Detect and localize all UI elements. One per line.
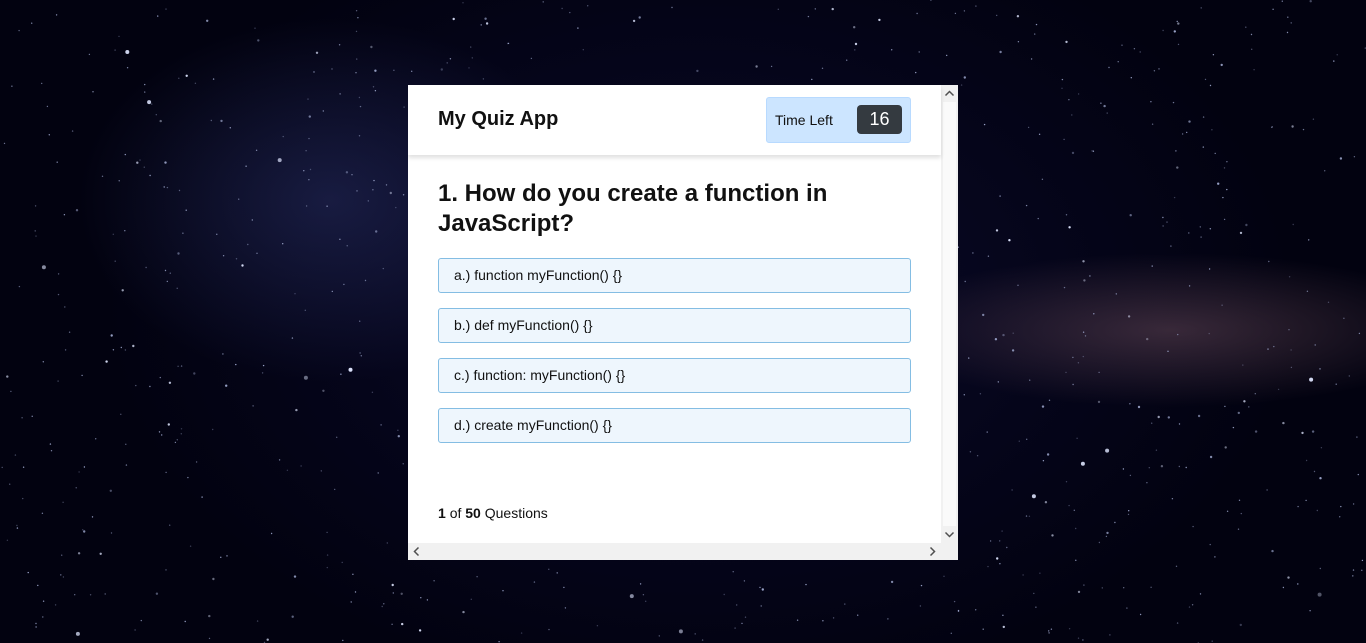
- counter-suffix: Questions: [484, 505, 548, 521]
- option-label: a.) function myFunction() {}: [454, 267, 623, 283]
- option-label: b.) def myFunction() {}: [454, 317, 593, 333]
- vertical-scroll-thumb[interactable]: [943, 102, 956, 526]
- scrollbar-corner: [941, 543, 958, 560]
- question-text: 1. How do you create a function in JavaS…: [438, 180, 828, 237]
- question-counter: 1 of 50 Questions: [438, 505, 548, 521]
- timer-label: Time Left: [775, 112, 833, 128]
- vertical-scrollbar[interactable]: [941, 85, 958, 543]
- option-a[interactable]: a.) function myFunction() {}: [438, 258, 911, 293]
- option-b[interactable]: b.) def myFunction() {}: [438, 308, 911, 343]
- option-label: c.) function: myFunction() {}: [454, 367, 626, 383]
- horizontal-scrollbar[interactable]: [408, 543, 941, 560]
- chevron-left-icon[interactable]: [408, 543, 425, 560]
- app-title: My Quiz App: [438, 108, 559, 130]
- chevron-up-icon[interactable]: [941, 85, 958, 102]
- chevron-right-icon[interactable]: [924, 543, 941, 560]
- option-d[interactable]: d.) create myFunction() {}: [438, 408, 911, 443]
- options-list: a.) function myFunction() {} b.) def myF…: [438, 258, 911, 458]
- current-question-number: 1: [438, 505, 446, 521]
- quiz-header: My Quiz App Time Left 16: [408, 85, 941, 155]
- timer-box: Time Left 16: [766, 97, 911, 143]
- chevron-down-icon[interactable]: [941, 526, 958, 543]
- quiz-container: My Quiz App Time Left 16 1. How do you c…: [408, 85, 958, 560]
- option-label: d.) create myFunction() {}: [454, 417, 612, 433]
- total-questions-number: 50: [465, 505, 481, 521]
- counter-of-text: of: [449, 505, 462, 521]
- timer-value: 16: [857, 105, 902, 134]
- option-c[interactable]: c.) function: myFunction() {}: [438, 358, 911, 393]
